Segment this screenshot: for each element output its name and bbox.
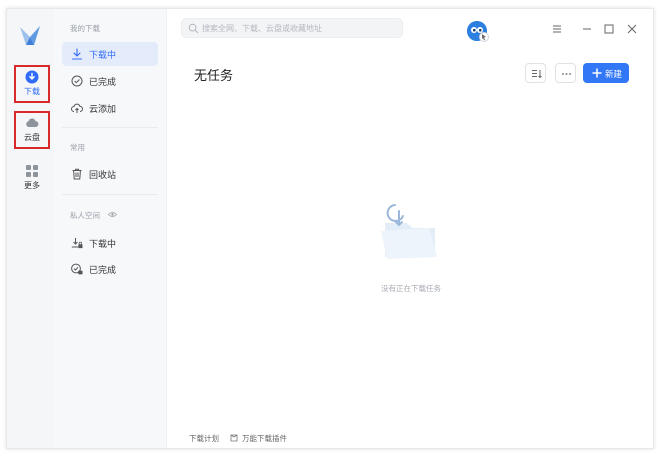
minimize-icon[interactable]	[579, 21, 595, 37]
app-logo-icon	[20, 26, 40, 45]
rail-item-cloud[interactable]: 云盘	[14, 111, 50, 149]
sidebar-item-private-downloading[interactable]: 下载中	[62, 231, 158, 255]
sidebar-item-label: 回收站	[89, 171, 117, 181]
rail-item-label: 云盘	[24, 133, 40, 142]
close-icon[interactable]	[624, 21, 640, 37]
sidebar-divider	[62, 194, 158, 195]
sidebar-item-cloud-add[interactable]: 云添加	[62, 96, 158, 120]
search-input[interactable]	[202, 21, 398, 36]
rail-item-label: 下载	[24, 87, 40, 96]
more-dots-icon	[562, 73, 571, 75]
pointer-icon	[482, 34, 486, 41]
sidebar-item-recycle-bin[interactable]: 回收站	[62, 162, 158, 186]
rail-item-more[interactable]: 更多	[16, 161, 48, 195]
sidebar-group-label: 私人空间	[70, 211, 100, 220]
sidebar-item-private-completed[interactable]: 已完成	[62, 257, 158, 281]
download-plugin-link[interactable]: 万能下载插件	[242, 433, 287, 444]
sidebar-item-label: 已完成	[89, 78, 117, 88]
sidebar-item-downloading[interactable]: 下载中	[62, 42, 158, 66]
download-icon	[25, 70, 39, 84]
sidebar-item-label: 云添加	[89, 105, 117, 115]
cloud-upload-icon	[71, 103, 83, 113]
more-apps-icon	[26, 165, 38, 177]
sidebar-group-title-private[interactable]: 私人空间	[70, 210, 117, 221]
sidebar-item-completed[interactable]: 已完成	[62, 69, 158, 93]
plugin-icon	[230, 434, 238, 442]
new-task-label: 新建	[605, 70, 623, 80]
eye-icon	[108, 212, 117, 217]
sidebar-item-label: 下载中	[89, 51, 117, 61]
lock-check-icon	[71, 263, 83, 275]
maximize-icon[interactable]	[601, 21, 617, 37]
new-task-button[interactable]: 新建	[583, 63, 629, 83]
lock-download-icon	[71, 238, 83, 249]
sidebar-item-label: 已完成	[89, 266, 117, 276]
sidebar-group-title: 我的下载	[70, 24, 100, 33]
sort-button[interactable]	[525, 63, 546, 83]
page-title: 无任务	[194, 69, 234, 84]
menu-icon[interactable]	[549, 21, 565, 37]
check-circle-icon	[71, 75, 83, 87]
sidebar-item-label: 下载中	[89, 240, 117, 250]
plus-icon	[592, 68, 602, 78]
sidebar-divider	[62, 127, 158, 128]
sidebar: 我的下载 下载中 已完成 云添加 常用 回收站 私人空间 下载中 已完成	[54, 9, 167, 448]
icon-rail: 下载 云盘 更多	[7, 9, 54, 448]
sidebar-group-title: 常用	[70, 143, 85, 152]
search-icon	[188, 23, 199, 34]
empty-state-text: 没有正在下载任务	[381, 284, 441, 293]
sort-list-icon	[532, 70, 542, 79]
empty-folder-illustration	[381, 204, 437, 259]
app-window: 下载 云盘 更多 我的下载 下载中 已完成 云添加 常用 回收站 私人空间 下载…	[6, 8, 654, 449]
rail-item-label: 更多	[24, 181, 40, 190]
search-bar	[181, 18, 403, 38]
trash-icon	[72, 168, 82, 180]
avatar-status-badge[interactable]	[479, 32, 489, 42]
cloud-icon	[26, 118, 39, 127]
download-arrow-icon	[71, 48, 83, 60]
rail-item-download[interactable]: 下载	[14, 65, 50, 103]
download-plan-link[interactable]: 下载计划	[189, 433, 219, 444]
more-options-button[interactable]	[555, 63, 576, 83]
